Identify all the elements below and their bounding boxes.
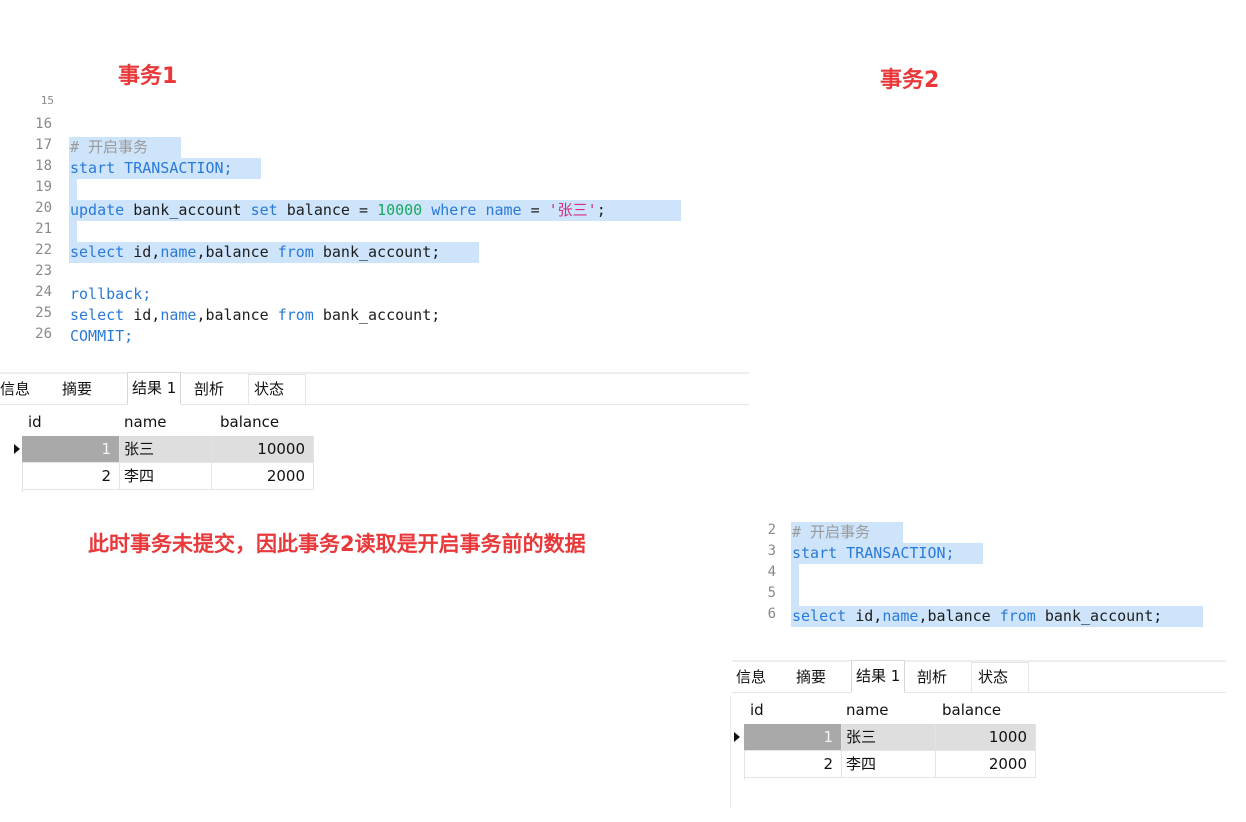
line-number: 16 (35, 116, 52, 132)
code-line-select: select id,name,balance from bank_account… (70, 243, 441, 261)
code-line-select: select id,name,balance from bank_account… (792, 607, 1163, 625)
table-cell-balance[interactable]: 10000 (212, 436, 314, 463)
column-header-name[interactable]: name (842, 696, 942, 724)
code-line: start TRANSACTION; (70, 159, 233, 177)
line-number: 6 (767, 606, 776, 622)
line-number: 22 (35, 242, 52, 258)
table-cell-id[interactable]: 1 (22, 436, 120, 463)
code-line: COMMIT; (70, 327, 134, 345)
tx1-result-tabs: 信息 摘要 结果 1 剖析 状态 (0, 372, 749, 405)
tab-profile[interactable]: 剖析 (917, 662, 947, 692)
line-number: 25 (35, 305, 52, 321)
table-cell-balance[interactable]: 1000 (936, 724, 1036, 751)
line-number: 3 (767, 543, 776, 559)
tx2-result-tabs: 信息 摘要 结果 1 剖析 状态 (732, 660, 1226, 693)
tx2-label: 事务2 (880, 68, 940, 93)
selection-highlight (791, 564, 799, 606)
line-number: 18 (35, 158, 52, 174)
current-row-indicator-icon (734, 732, 740, 742)
tx2-sql-editor[interactable]: 2 3 4 5 6 # 开启事务 start TRANSACTION; sele… (730, 516, 1230, 656)
table-cell-balance[interactable]: 2000 (936, 751, 1036, 778)
table-cell-id[interactable]: 1 (744, 724, 842, 751)
selection-highlight (69, 179, 77, 200)
tx2-result-grid[interactable]: id name balance 1 张三 1000 2 李四 2000 (732, 696, 1036, 780)
tab-info[interactable]: 信息 (0, 374, 30, 404)
code-line-update: update bank_account set balance = 10000 … (70, 201, 606, 219)
table-cell-name[interactable]: 张三 (842, 724, 936, 751)
tab-result-1[interactable]: 结果 1 (851, 660, 906, 693)
column-header-name[interactable]: name (120, 408, 220, 436)
tab-profile[interactable]: 剖析 (194, 374, 224, 404)
code-line: rollback; (70, 285, 152, 303)
tab-summary[interactable]: 摘要 (62, 374, 92, 404)
table-cell-id[interactable]: 2 (744, 751, 842, 778)
tx1-label: 事务1 (118, 64, 178, 89)
tab-summary[interactable]: 摘要 (796, 662, 826, 692)
tx1-sql-editor[interactable]: 15 16 17 18 19 20 21 22 23 24 25 26 # 开启… (14, 94, 749, 370)
selection-highlight (69, 221, 77, 242)
line-number: 23 (35, 263, 52, 279)
column-header-id[interactable]: id (24, 408, 126, 436)
table-cell-name[interactable]: 张三 (120, 436, 212, 463)
table-cell-name[interactable]: 李四 (120, 463, 212, 490)
line-number: 4 (767, 564, 776, 580)
code-line-select: select id,name,balance from bank_account… (70, 306, 441, 324)
table-cell-name[interactable]: 李四 (842, 751, 936, 778)
line-number: 2 (767, 522, 776, 538)
line-number: 20 (35, 200, 52, 216)
line-number: 17 (35, 137, 52, 153)
column-header-balance[interactable]: balance (938, 696, 1040, 724)
explanation-note: 此时事务未提交，因此事务2读取是开启事务前的数据 (88, 532, 586, 556)
line-number: 15 (40, 94, 54, 104)
line-number: 5 (767, 585, 776, 601)
line-number: 19 (35, 179, 52, 195)
column-header-balance[interactable]: balance (216, 408, 318, 436)
code-comment: # 开启事务 (792, 523, 871, 541)
current-row-indicator-icon (14, 444, 20, 454)
tab-info[interactable]: 信息 (736, 662, 766, 692)
line-number: 24 (35, 284, 52, 300)
code-comment: # 开启事务 (70, 138, 149, 156)
tx1-result-grid[interactable]: id name balance 1 张三 10000 2 李四 2000 (14, 408, 314, 492)
tab-result-1[interactable]: 结果 1 (127, 372, 182, 405)
code-line: start TRANSACTION; (792, 544, 955, 562)
line-number: 26 (35, 326, 52, 342)
line-number: 21 (35, 221, 52, 237)
column-header-id[interactable]: id (746, 696, 846, 724)
table-cell-balance[interactable]: 2000 (212, 463, 314, 490)
table-cell-id[interactable]: 2 (22, 463, 120, 490)
